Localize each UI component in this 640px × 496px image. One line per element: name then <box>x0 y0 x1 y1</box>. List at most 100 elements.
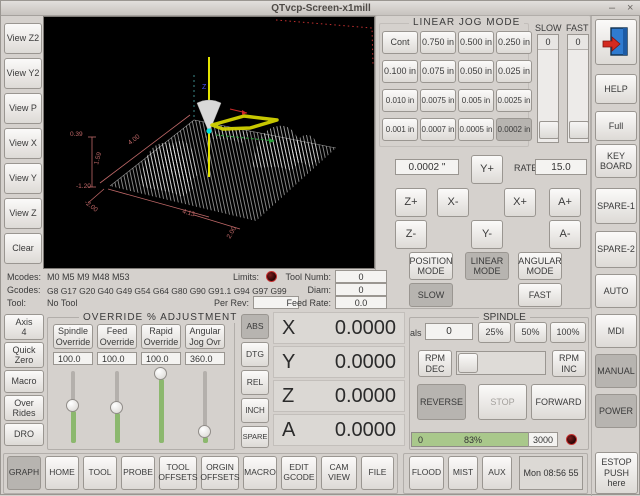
tab-graph[interactable]: GRAPH <box>7 456 41 490</box>
fast-jog-slider[interactable]: 0 <box>567 34 589 143</box>
jog-inc-00002-selected[interactable]: 0.0002 in <box>496 118 532 141</box>
jog-a-plus-button[interactable]: A+ <box>549 188 581 217</box>
linear-mode-button[interactable]: LINEAR MODE <box>465 252 509 280</box>
tab-edit-gcode[interactable]: EDIT GCODE <box>281 456 317 490</box>
jog-inc-00005[interactable]: 0.0005 in <box>458 118 494 141</box>
jog-inc-0100[interactable]: 0.100 in <box>382 60 418 83</box>
spindle-rpm-setting[interactable]: 3000 <box>528 432 558 447</box>
jog-z-minus-button[interactable]: Z- <box>395 220 427 249</box>
minimize-button[interactable]: – <box>609 1 615 15</box>
slow-speed-button[interactable]: SLOW <box>409 283 453 307</box>
gcode-graphics-view[interactable]: Z 0.39 1.59 -1.20 4.00 -2.00 4.13 2.00 <box>43 16 375 269</box>
exit-button[interactable] <box>595 19 637 65</box>
diam-label: Diam: <box>285 285 331 295</box>
jog-y-minus-button[interactable]: Y- <box>471 220 503 249</box>
jog-z-plus-button[interactable]: Z+ <box>395 188 427 217</box>
spindle-override-button[interactable]: Spindle Override <box>53 324 93 349</box>
keyboard-button[interactable]: KEY BOARD <box>595 144 637 178</box>
jog-inc-00007[interactable]: 0.0007 in <box>420 118 456 141</box>
feed-override-handle[interactable] <box>110 401 123 414</box>
tool-value: No Tool <box>47 298 77 308</box>
jog-inc-0250[interactable]: 0.250 in <box>496 31 532 54</box>
axis-4-button[interactable]: Axis 4 <box>4 314 44 340</box>
clock-display: Mon 08:56 55 <box>519 456 583 490</box>
close-button[interactable]: × <box>627 1 633 15</box>
fast-slider-handle[interactable] <box>569 121 589 139</box>
view-x-button[interactable]: View X <box>4 128 42 159</box>
rapid-override-button[interactable]: Rapid Override <box>141 324 181 349</box>
dro-spare-button[interactable]: SPARE <box>241 426 269 448</box>
view-z2-button[interactable]: View Z2 <box>4 23 42 54</box>
tab-cam-view[interactable]: CAM VIEW <box>321 456 357 490</box>
dro-inch-button[interactable]: INCH <box>241 398 269 423</box>
rpm-dec-button[interactable]: RPM DEC <box>418 350 452 377</box>
fast-speed-button[interactable]: FAST <box>518 283 562 307</box>
spindle-forward-button[interactable]: FORWARD <box>531 384 586 420</box>
help-button[interactable]: HELP <box>595 74 637 104</box>
clear-button[interactable]: Clear <box>4 233 42 264</box>
dro-abs-button[interactable]: ABS <box>241 314 269 339</box>
spindle-stop-button[interactable]: STOP <box>478 384 527 420</box>
angular-jog-handle[interactable] <box>198 425 211 438</box>
jog-inc-0075[interactable]: 0.075 in <box>420 60 456 83</box>
manual-mode-button[interactable]: MANUAL <box>595 354 637 388</box>
mist-button[interactable]: MIST <box>448 456 478 490</box>
tab-probe[interactable]: PROBE <box>121 456 155 490</box>
title-bar[interactable]: QTvcp-Screen-x1mill <box>1 1 640 16</box>
jog-cont-button[interactable]: Cont <box>382 31 418 54</box>
spare-1-button[interactable]: SPARE-1 <box>595 188 637 224</box>
view-z-button[interactable]: View Z <box>4 198 42 229</box>
rpm-slider-handle[interactable] <box>458 353 478 373</box>
feed-override-button[interactable]: Feed Override <box>97 324 137 349</box>
tab-tool[interactable]: TOOL <box>83 456 117 490</box>
view-p-button[interactable]: View P <box>4 93 42 124</box>
slow-jog-slider[interactable]: 0 <box>537 34 559 143</box>
power-button[interactable]: POWER <box>595 394 637 428</box>
mdi-mode-button[interactable]: MDI <box>595 314 637 348</box>
angular-mode-button[interactable]: ANGULAR MODE <box>518 252 562 280</box>
jog-inc-0050[interactable]: 0.050 in <box>458 60 494 83</box>
tab-orgin-offsets[interactable]: ORGIN OFFSETS <box>201 456 239 490</box>
spindle-override-handle[interactable] <box>66 399 79 412</box>
jog-inc-0500[interactable]: 0.500 in <box>458 31 494 54</box>
jog-x-minus-button[interactable]: X- <box>437 188 469 217</box>
jog-inc-0005[interactable]: 0.005 in <box>458 89 494 112</box>
rpm-inc-button[interactable]: RPM INC <box>552 350 586 377</box>
position-mode-button[interactable]: POSITION MODE <box>409 252 453 280</box>
full-button[interactable]: Full <box>595 111 637 141</box>
macro-tab-button[interactable]: Macro <box>4 370 44 393</box>
view-y2-button[interactable]: View Y2 <box>4 58 42 89</box>
auto-mode-button[interactable]: AUTO <box>595 274 637 308</box>
angular-jog-override-button[interactable]: Angular Jog Ovr <box>185 324 225 349</box>
jog-inc-0750[interactable]: 0.750 in <box>420 31 456 54</box>
jog-inc-0025[interactable]: 0.025 in <box>496 60 532 83</box>
jog-y-plus-button[interactable]: Y+ <box>471 155 503 184</box>
tab-home[interactable]: HOME <box>45 456 79 490</box>
jog-x-plus-button[interactable]: X+ <box>504 188 536 217</box>
spare-2-button[interactable]: SPARE-2 <box>595 231 637 268</box>
tab-macro[interactable]: MACRO <box>243 456 277 490</box>
dro-rel-button[interactable]: REL <box>241 370 269 395</box>
overrides-tab-button[interactable]: Over Rides <box>4 395 44 421</box>
jog-inc-0010[interactable]: 0.010 in <box>382 89 418 112</box>
slow-slider-handle[interactable] <box>539 121 559 139</box>
jog-inc-00075[interactable]: 0.0075 in <box>420 89 456 112</box>
quick-zero-button[interactable]: Quick Zero <box>4 342 44 368</box>
jog-a-minus-button[interactable]: A- <box>549 220 581 249</box>
rapid-override-handle[interactable] <box>154 367 167 380</box>
dro-tab-button[interactable]: DRO <box>4 423 44 446</box>
flood-button[interactable]: FLOOD <box>409 456 444 490</box>
aux-button[interactable]: AUX <box>482 456 512 490</box>
view-y-button[interactable]: View Y <box>4 163 42 194</box>
jog-inc-00025[interactable]: 0.0025 in <box>496 89 532 112</box>
spindle-25-button[interactable]: 25% <box>478 322 511 343</box>
dro-dtg-button[interactable]: DTG <box>241 342 269 367</box>
spindle-reverse-button[interactable]: REVERSE <box>417 384 466 420</box>
feed-rate-label: Feed Rate: <box>283 298 331 308</box>
tab-file[interactable]: FILE <box>361 456 394 490</box>
tab-tool-offsets[interactable]: TOOL OFFSETS <box>159 456 197 490</box>
jog-inc-0001[interactable]: 0.001 in <box>382 118 418 141</box>
estop-button[interactable]: ESTOP PUSH here <box>595 452 638 494</box>
spindle-50-button[interactable]: 50% <box>514 322 547 343</box>
spindle-100-button[interactable]: 100% <box>550 322 586 343</box>
